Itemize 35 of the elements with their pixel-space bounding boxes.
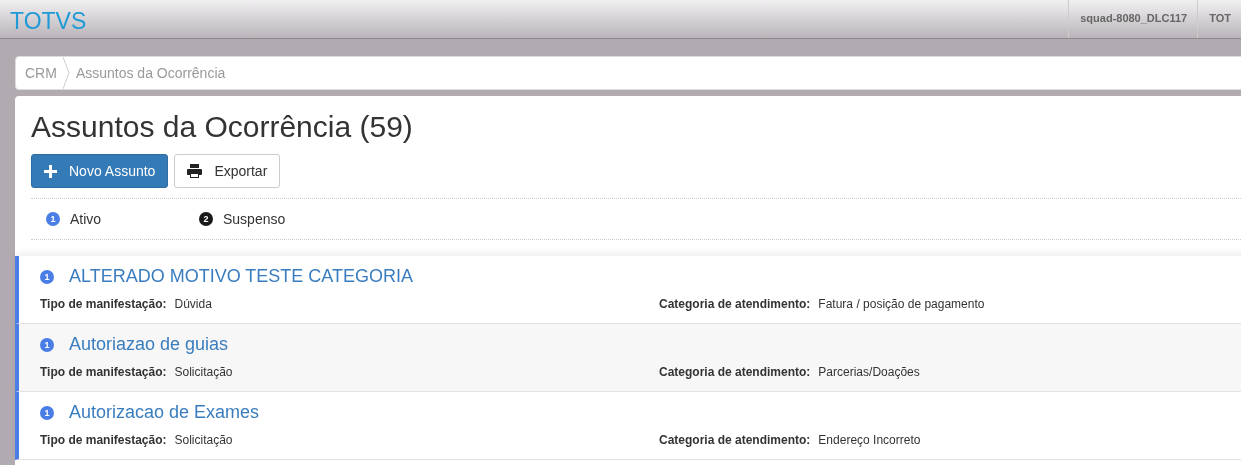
field-label: Categoria de atendimento: [659,297,811,311]
field-label: Tipo de manifestação: [40,365,167,379]
breadcrumb-item[interactable]: Assuntos da Ocorrência [75,65,226,81]
field-value: Fatura / posição de pagamento [818,297,985,311]
legend-label: Suspenso [223,211,286,227]
field-value: Dúvida [174,297,212,311]
export-button[interactable]: Exportar [174,154,281,188]
field-value: Solicitação [174,365,233,379]
status-badge: 1 [40,269,54,284]
plus-icon [44,164,57,178]
breadcrumb-separator-icon [62,57,70,89]
field-value: Solicitação [174,433,233,447]
legend-label: Ativo [70,211,102,227]
page-title: Assuntos da Ocorrência (59) [31,110,414,144]
header-menu-item[interactable]: squad-8080_DLC117 [1068,0,1198,38]
subject-title-link[interactable]: Autoriazao de guias [69,334,229,355]
breadcrumb-item[interactable]: CRM [25,65,57,81]
subject-row[interactable]: 1 Autorizacao de Exames Tipo de manifestação: Solicitação Categoria de atendimento: Endereço Incorreto [15,392,1241,460]
header-menu-item[interactable]: TOT [1197,0,1241,38]
field-value: Parcerias/Doações [818,365,920,379]
printer-icon [187,164,203,178]
field-label: Categoria de atendimento: [659,433,811,447]
field-value: Endereço Incorreto [818,433,921,447]
subject-title-link[interactable]: Autorizacao de Exames [69,402,260,423]
subject-title-link[interactable]: ALTERADO MOTIVO TESTE CATEGORIA [69,266,414,287]
subject-row[interactable]: 1 Autoriazao de guias Tipo de manifestação: Solicitação Categoria de atendimento: Parcerias/Doações [15,324,1241,392]
status-badge: 2 [199,212,213,226]
field-label: Categoria de atendimento: [659,365,811,379]
subject-row[interactable]: 1 ALTERADO MOTIVO TESTE CATEGORIA Tipo de manifestação: Dúvida Categoria de atendimento: Fatura / posição de pagamento [15,256,1241,324]
field-label: Tipo de manifestação: [40,297,167,311]
field-label: Tipo de manifestação: [40,433,167,447]
new-subject-button[interactable]: Novo Assunto [31,154,169,188]
status-badge: 1 [46,212,60,226]
status-badge: 1 [40,405,54,420]
status-badge: 1 [40,337,54,352]
